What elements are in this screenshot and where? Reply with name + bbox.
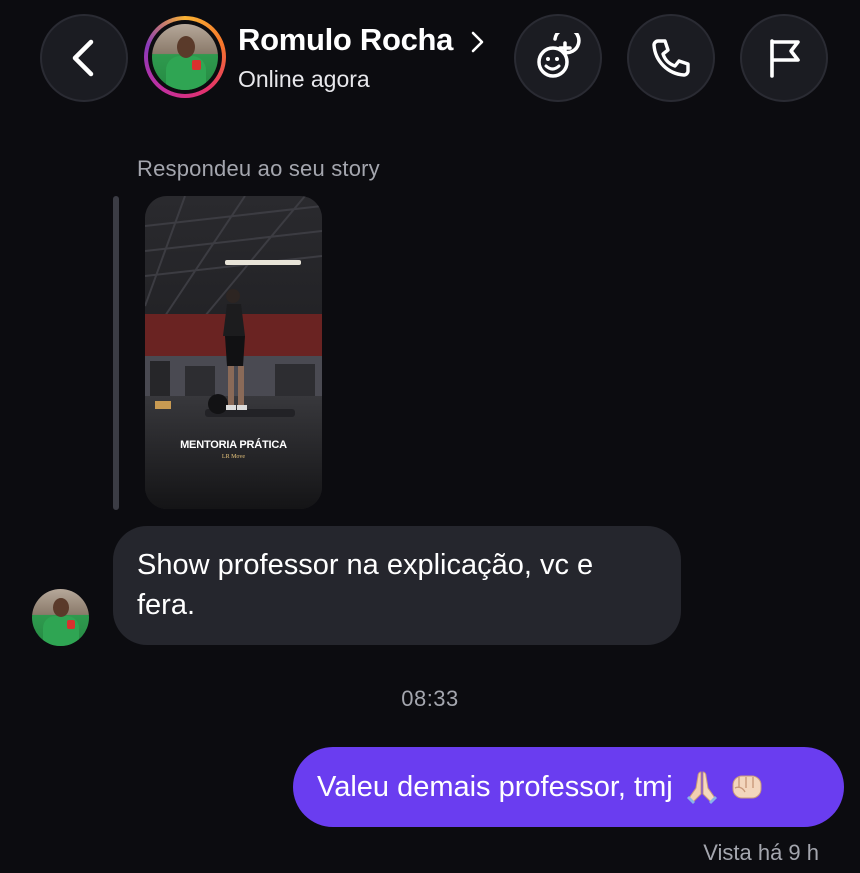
online-status: Online agora <box>238 66 370 92</box>
praying-hands-icon <box>686 771 717 804</box>
sender-avatar[interactable] <box>32 589 89 646</box>
back-chevron-icon <box>72 39 94 77</box>
outgoing-message-text: Valeu demais professor, tmj <box>317 770 673 803</box>
flag-icon <box>770 39 800 78</box>
reply-indicator-bar <box>113 196 119 510</box>
contact-avatar-photo <box>152 24 218 90</box>
seen-status: Vista há 9 h <box>703 840 819 865</box>
fist-bump-icon <box>732 775 762 799</box>
dm-conversation-screen: Romulo Rocha Online agora Respondeu ao s… <box>0 0 860 873</box>
chevron-right-icon[interactable] <box>468 30 488 54</box>
incoming-message-text: Show professor na explicação, vc e fera. <box>137 549 594 621</box>
back-button[interactable] <box>40 14 128 102</box>
phone-icon <box>652 39 690 77</box>
effects-button[interactable] <box>514 14 602 102</box>
outgoing-message-bubble[interactable]: Valeu demais professor, tmj <box>293 747 844 827</box>
incoming-message-bubble[interactable]: Show professor na explicação, vc e fera. <box>113 526 681 645</box>
call-button[interactable] <box>627 14 715 102</box>
story-subtitle: LR Move <box>221 454 246 460</box>
timestamp-divider: 08:33 <box>401 686 459 711</box>
stickers-effects-icon <box>537 33 581 78</box>
story-thumbnail[interactable]: MENTORIA PRÁTICA LR Move <box>145 196 322 509</box>
chat-header: Romulo Rocha Online agora <box>0 0 860 118</box>
contact-avatar[interactable] <box>144 16 226 98</box>
story-image <box>145 196 322 509</box>
contact-name[interactable]: Romulo Rocha <box>238 22 453 58</box>
story-reply-caption: Respondeu ao seu story <box>137 156 380 181</box>
story-title: MENTORIA PRÁTICA <box>180 439 287 451</box>
report-button[interactable] <box>740 14 828 102</box>
